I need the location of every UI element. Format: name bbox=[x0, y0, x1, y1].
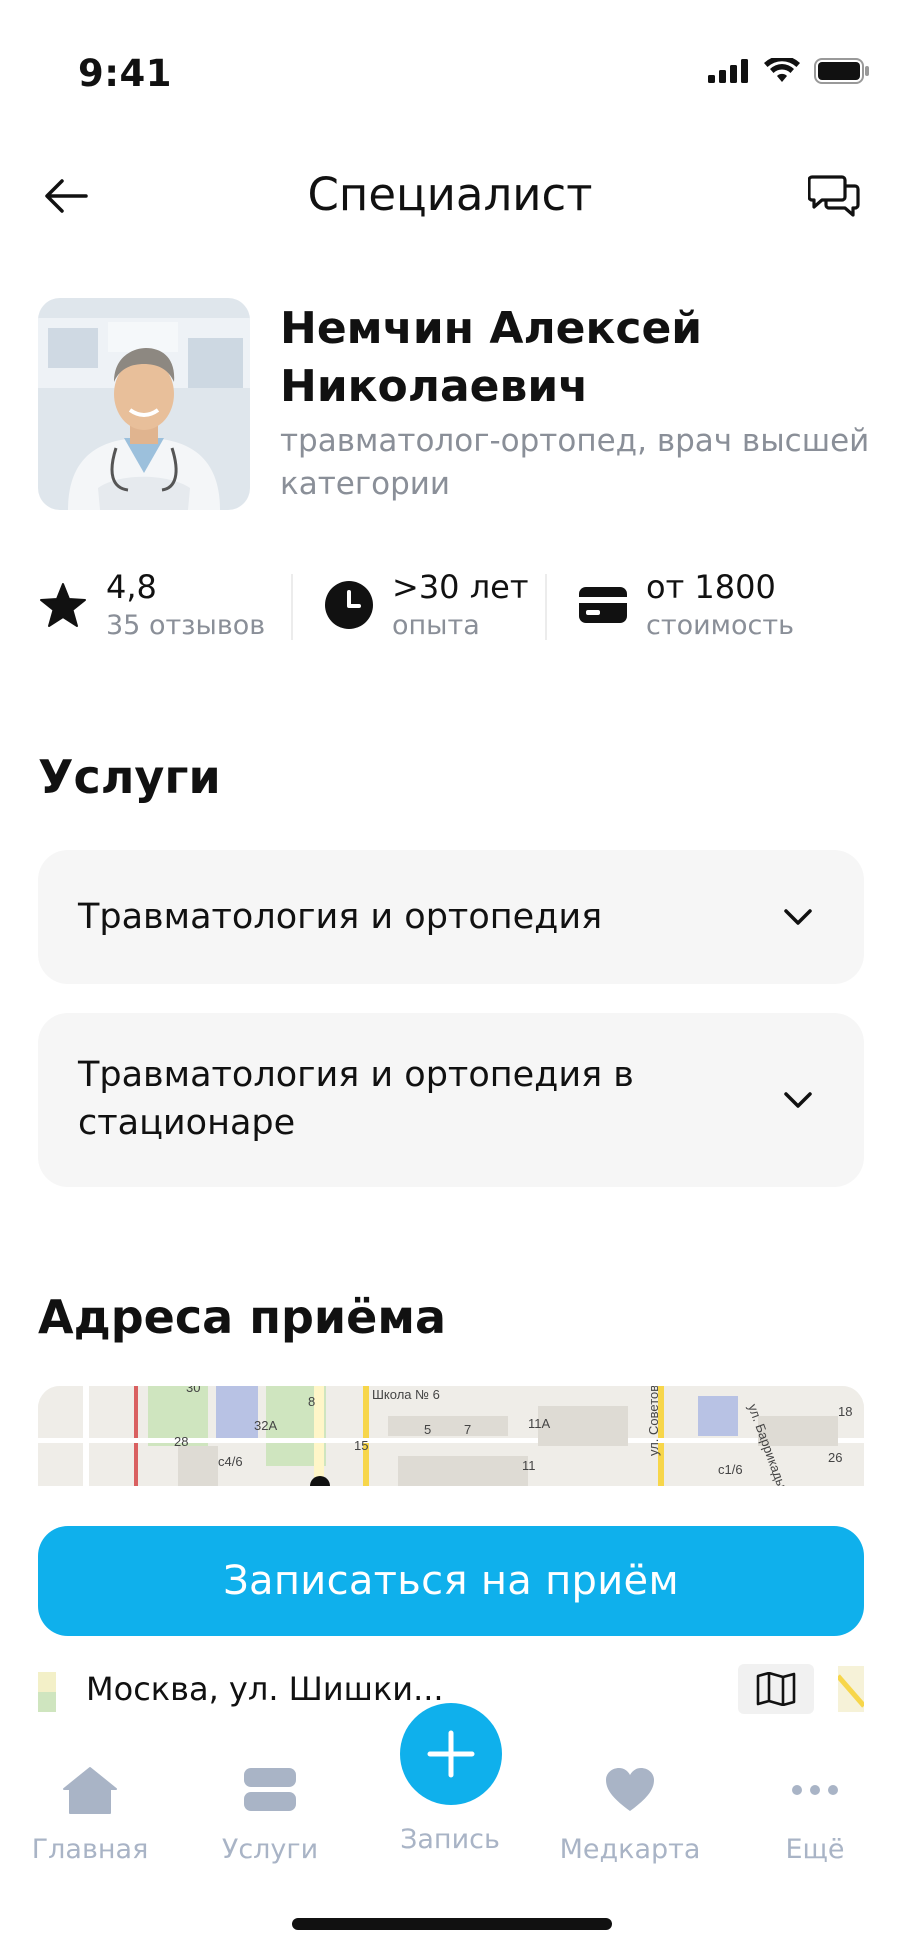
tab-label: Медкарта bbox=[559, 1834, 701, 1865]
tab-medcard[interactable]: Медкарта bbox=[550, 1760, 710, 1880]
chevron-down-icon bbox=[784, 1092, 812, 1108]
experience-value: >30 лет bbox=[392, 568, 529, 606]
price-label: стоимость bbox=[646, 610, 795, 641]
tab-more[interactable]: Ещё bbox=[735, 1760, 895, 1880]
doctor-specialization: травматолог-ортопед, врач высшей категор… bbox=[280, 423, 870, 502]
map-label: 32А bbox=[254, 1418, 277, 1433]
map-button[interactable] bbox=[738, 1664, 814, 1714]
stat-experience: >30 лет опыта bbox=[324, 566, 528, 646]
stat-rating[interactable]: 4,8 35 отзывов bbox=[38, 566, 265, 646]
reviews-count: 35 отзывов bbox=[106, 610, 266, 641]
addresses-title: Адреса приёма bbox=[38, 1290, 446, 1344]
address-text: Москва, ул. Шишки... bbox=[86, 1670, 444, 1708]
star-icon bbox=[38, 580, 88, 630]
map-label: 8 bbox=[308, 1394, 315, 1409]
price-value: от 1800 bbox=[646, 568, 776, 606]
home-indicator bbox=[292, 1918, 612, 1930]
service-accordion-item[interactable]: Травматология и ортопедия в стационаре bbox=[38, 1013, 864, 1187]
stat-divider bbox=[291, 574, 293, 640]
map-label: 11 bbox=[522, 1458, 536, 1473]
map-label: 11А bbox=[528, 1416, 550, 1431]
map-label: 26 bbox=[828, 1450, 842, 1465]
rating-value: 4,8 bbox=[106, 568, 157, 606]
tab-label: Услуги bbox=[221, 1834, 319, 1865]
tab-label: Главная bbox=[31, 1834, 149, 1865]
map-label: 15 bbox=[354, 1438, 368, 1453]
doctor-card: Немчин Алексей Николаевич травматолог-ор… bbox=[38, 298, 870, 518]
chevron-down-icon bbox=[784, 909, 812, 925]
wifi-icon bbox=[764, 58, 800, 82]
doctor-name: Немчин Алексей Николаевич bbox=[280, 303, 703, 412]
map-label: 5 bbox=[424, 1422, 431, 1437]
status-bar: 9:41 bbox=[0, 0, 900, 150]
chat-button[interactable] bbox=[802, 164, 866, 228]
services-icon bbox=[240, 1760, 300, 1820]
map-label: Школа № 6 bbox=[372, 1387, 440, 1402]
tab-services[interactable]: Услуги bbox=[190, 1760, 350, 1880]
service-accordion-item[interactable]: Травматология и ортопедия bbox=[38, 850, 864, 984]
map-label: 28 bbox=[174, 1434, 188, 1449]
map-label: ул. Советов bbox=[646, 1386, 661, 1456]
map-label: 18 bbox=[838, 1404, 852, 1419]
map-thumb-icon bbox=[38, 1672, 56, 1712]
services-title: Услуги bbox=[38, 750, 221, 804]
service-label: Травматология и ортопедия в стационаре bbox=[78, 1055, 634, 1143]
chat-icon bbox=[808, 175, 860, 217]
battery-icon bbox=[814, 58, 869, 84]
map-label: с1/6 bbox=[718, 1462, 743, 1477]
home-icon bbox=[60, 1760, 120, 1820]
stat-divider bbox=[545, 574, 547, 640]
map-preview[interactable]: Школа № 6 ул. Советов ул. Баррикады 32А … bbox=[38, 1386, 864, 1486]
heart-icon bbox=[600, 1760, 660, 1820]
map-thumb-icon bbox=[838, 1666, 864, 1712]
map-label: 7 bbox=[464, 1422, 471, 1437]
map-label: с4/6 bbox=[218, 1454, 243, 1469]
plus-icon bbox=[427, 1730, 475, 1778]
map-label: 30 bbox=[186, 1386, 200, 1395]
cellular-signal-icon bbox=[708, 59, 748, 83]
status-icons bbox=[708, 58, 870, 84]
doctor-stats: 4,8 35 отзывов >30 лет опыта от 1800 сто… bbox=[38, 566, 868, 646]
new-appointment-button[interactable] bbox=[400, 1703, 502, 1805]
status-time: 9:41 bbox=[78, 52, 173, 95]
tab-home[interactable]: Главная bbox=[10, 1760, 170, 1880]
page-title: Специалист bbox=[307, 168, 593, 221]
doctor-photo bbox=[38, 298, 250, 510]
tab-label: Запись bbox=[400, 1824, 500, 1855]
service-label: Травматология и ортопедия bbox=[78, 897, 603, 937]
experience-label: опыта bbox=[392, 610, 480, 641]
card-icon bbox=[578, 580, 628, 630]
top-nav: Специалист bbox=[0, 150, 900, 240]
more-icon bbox=[785, 1760, 845, 1820]
stat-price: от 1800 стоимость bbox=[578, 566, 838, 646]
tab-label: Ещё bbox=[785, 1834, 845, 1865]
clock-icon bbox=[324, 580, 374, 630]
map-icon bbox=[756, 1672, 796, 1706]
book-appointment-button[interactable]: Записаться на приём bbox=[38, 1526, 864, 1636]
